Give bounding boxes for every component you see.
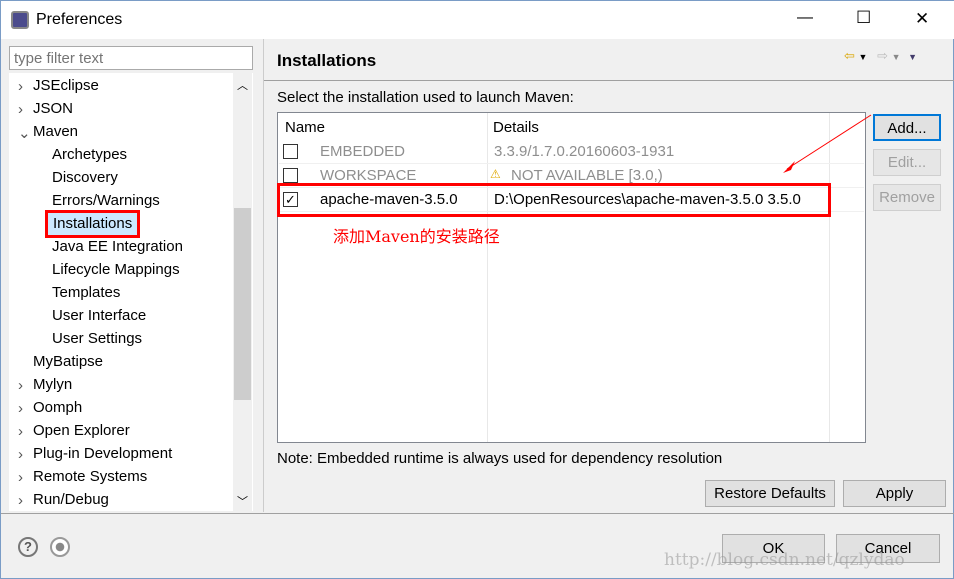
import-export-icon[interactable] xyxy=(50,537,70,557)
row-details: 3.3.9/1.7.0.20160603-1931 xyxy=(494,143,675,160)
remove-button[interactable]: Remove xyxy=(873,184,941,211)
tree-item[interactable]: Maven xyxy=(33,121,78,143)
tree-item[interactable]: User Interface xyxy=(52,305,146,327)
warning-icon: ⚠ xyxy=(490,167,501,181)
column-header-details[interactable]: Details xyxy=(493,119,539,136)
restore-defaults-button[interactable]: Restore Defaults xyxy=(705,480,835,507)
tree-item[interactable]: Archetypes xyxy=(52,144,127,166)
footer-separator xyxy=(1,513,954,514)
expand-arrow-icon[interactable]: › xyxy=(18,400,23,417)
view-menu-icon[interactable]: ▼ xyxy=(908,52,917,62)
row-name: EMBEDDED xyxy=(320,143,406,160)
collapse-arrow-icon[interactable]: ⌄ xyxy=(18,124,31,142)
eclipse-app-icon xyxy=(11,11,29,29)
highlight-box xyxy=(277,183,831,217)
scroll-up-icon[interactable]: ︿ xyxy=(237,77,248,93)
tree-item[interactable]: Plug-in Development xyxy=(33,443,172,465)
expand-arrow-icon[interactable]: › xyxy=(18,446,23,463)
header-separator xyxy=(264,80,954,81)
tree-item[interactable]: Open Explorer xyxy=(33,420,130,442)
annotation-text: 添加Maven的安装路径 xyxy=(333,227,500,246)
nav-toolbar: ⇦ ▼ ⇨ ▼ ▼ xyxy=(844,48,917,64)
window-title: Preferences xyxy=(36,11,123,28)
table-row[interactable]: EMBEDDED 3.3.9/1.7.0.20160603-1931 xyxy=(279,140,864,164)
tree-item[interactable]: JSON xyxy=(33,98,73,120)
tree-item[interactable]: Lifecycle Mappings xyxy=(52,259,180,281)
tree-item[interactable]: Oomph xyxy=(33,397,82,419)
tree-item[interactable]: Java EE Integration xyxy=(52,236,183,258)
forward-menu-icon[interactable]: ▼ xyxy=(892,52,901,62)
note-label: Note: Embedded runtime is always used fo… xyxy=(277,450,723,467)
minimize-button[interactable]: — xyxy=(797,9,813,27)
close-button[interactable]: ✕ xyxy=(915,9,929,29)
title-bar: Preferences — ☐ ✕ xyxy=(1,1,954,39)
tree-item[interactable]: Run/Debug xyxy=(33,489,109,511)
expand-arrow-icon[interactable]: › xyxy=(18,78,23,95)
tree-item[interactable]: Errors/Warnings xyxy=(52,190,160,212)
tree-item[interactable]: Mylyn xyxy=(33,374,72,396)
expand-arrow-icon[interactable]: › xyxy=(18,423,23,440)
tree-item[interactable]: Remote Systems xyxy=(33,466,147,488)
expand-arrow-icon[interactable]: › xyxy=(18,469,23,486)
tree-item[interactable]: MyBatipse xyxy=(33,351,103,373)
row-name: WORKSPACE xyxy=(320,167,417,184)
tree-scrollbar[interactable]: ︿ ﹀ xyxy=(233,73,252,511)
forward-icon[interactable]: ⇨ xyxy=(877,48,888,63)
help-icon[interactable]: ? xyxy=(18,537,38,557)
column-header-name[interactable]: Name xyxy=(285,119,325,136)
row-checkbox[interactable] xyxy=(283,144,298,159)
tree-item[interactable]: Discovery xyxy=(52,167,118,189)
page-title: Installations xyxy=(277,51,377,70)
scroll-thumb[interactable] xyxy=(234,208,251,400)
panel-divider xyxy=(263,39,264,512)
expand-arrow-icon[interactable]: › xyxy=(18,101,23,118)
row-checkbox[interactable] xyxy=(283,168,298,183)
tree-item[interactable]: User Settings xyxy=(52,328,142,350)
apply-button[interactable]: Apply xyxy=(843,480,946,507)
expand-arrow-icon[interactable]: › xyxy=(18,492,23,509)
back-menu-icon[interactable]: ▼ xyxy=(859,52,868,62)
row-details: NOT AVAILABLE [3.0,) xyxy=(511,167,663,184)
edit-button[interactable]: Edit... xyxy=(873,149,941,176)
tree-item[interactable]: Installations xyxy=(44,210,141,238)
tree-item[interactable]: JSEclipse xyxy=(33,75,99,97)
prompt-label: Select the installation used to launch M… xyxy=(277,89,574,106)
preference-tree: › JSEclipse › JSON ⌄ Maven Archetypes Discovery… xyxy=(9,73,253,511)
scroll-down-icon[interactable]: ﹀ xyxy=(237,493,248,509)
filter-input[interactable] xyxy=(9,46,253,70)
maximize-button[interactable]: ☐ xyxy=(856,8,871,28)
tree-item[interactable]: Templates xyxy=(52,282,120,304)
expand-arrow-icon[interactable]: › xyxy=(18,377,23,394)
annotation-arrow xyxy=(783,114,872,173)
watermark: http://blog.csdn.net/qzlydao xyxy=(664,550,905,570)
add-button[interactable]: Add... xyxy=(873,114,941,141)
back-icon[interactable]: ⇦ xyxy=(844,48,855,63)
